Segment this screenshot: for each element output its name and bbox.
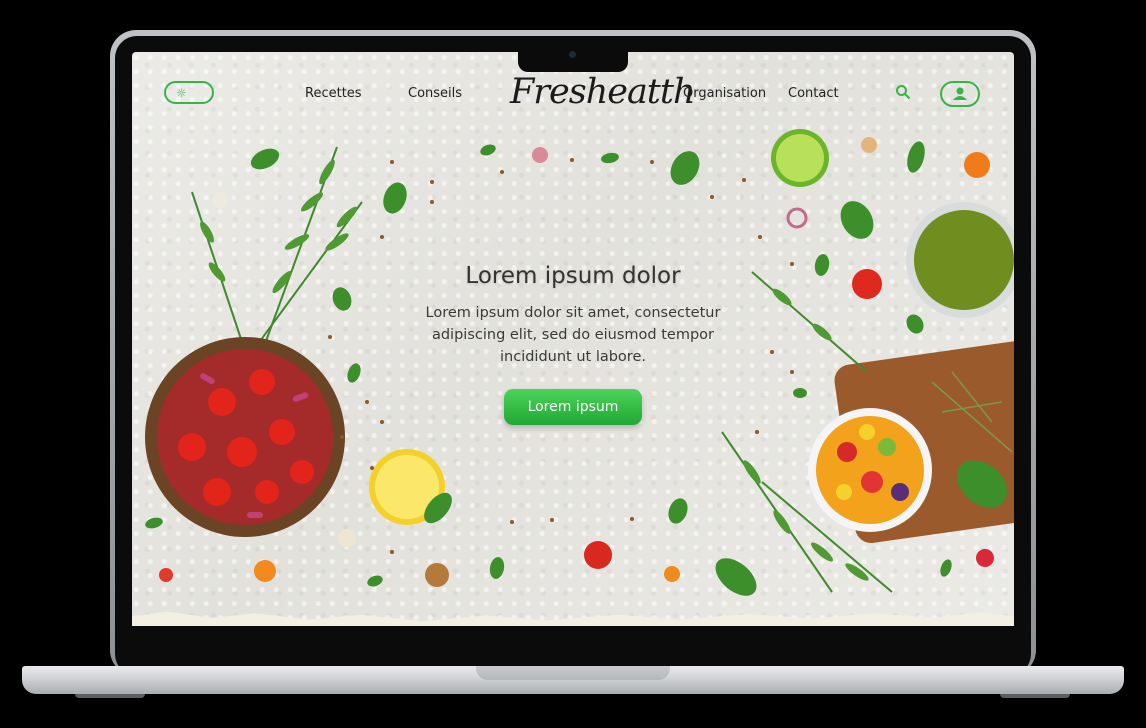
user-icon [953, 87, 967, 100]
orange-slice [254, 560, 276, 582]
garlic-clove [212, 192, 228, 208]
cherry-tomato [584, 541, 612, 569]
laptop-foot-right [1000, 694, 1070, 698]
onion-ring [786, 207, 808, 229]
cashew [861, 137, 877, 153]
herb-sprig-left [191, 146, 363, 353]
garlic-bulb [338, 529, 356, 547]
sun-icon: ☼ [176, 86, 187, 100]
hero-description: Lorem ipsum dolor sit amet, consectetur … [425, 305, 721, 365]
search-icon[interactable] [895, 84, 911, 100]
laptop-foot-left [75, 694, 145, 698]
site-logo[interactable]: Fresheatth [510, 72, 695, 112]
laptop-base-notch [476, 666, 670, 680]
shallot [532, 147, 548, 163]
website-screen: ☼ Recettes Conseils Fresheatth Organisat… [132, 52, 1014, 626]
nav-link-conseils[interactable]: Conseils [408, 86, 462, 101]
orange-pieces [664, 566, 680, 582]
nav-link-organisation[interactable]: Organisation [683, 86, 766, 101]
hero-title: Lorem ipsum dolor [465, 263, 681, 289]
account-button[interactable] [940, 81, 980, 107]
hero-cta-button[interactable]: Lorem ipsum [504, 389, 642, 425]
strawberry [159, 568, 173, 582]
nav-link-recettes[interactable]: Recettes [305, 86, 362, 101]
raspberry [976, 549, 994, 567]
theme-toggle[interactable]: ☼ [164, 81, 214, 104]
walnut [425, 563, 449, 587]
nav-link-contact[interactable]: Contact [788, 86, 839, 101]
orange-tomato [964, 152, 990, 178]
camera-icon [569, 51, 576, 58]
